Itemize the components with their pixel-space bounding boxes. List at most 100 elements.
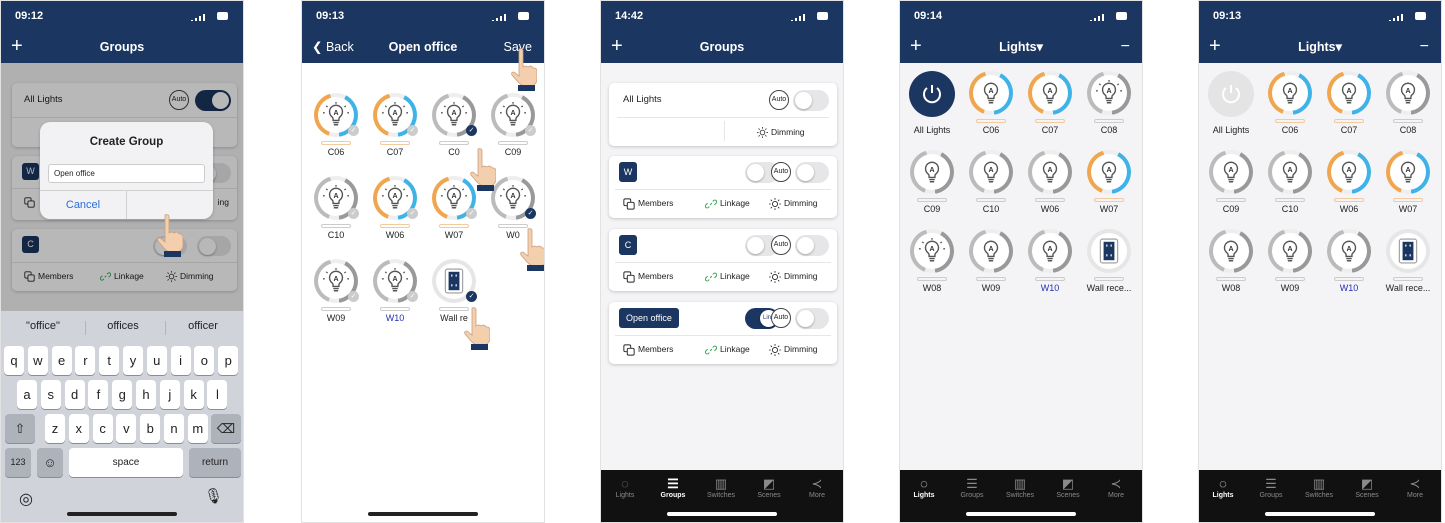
shift-key[interactable]: ⇧ (5, 414, 35, 443)
members-button[interactable]: Members (623, 189, 673, 217)
device-tile[interactable]: ✓ W09 (312, 259, 360, 324)
key[interactable]: u (146, 346, 167, 375)
tab-groups[interactable]: ☰ Groups (949, 476, 995, 499)
key[interactable]: w (27, 346, 48, 375)
tab-scenes[interactable]: ◩ Scenes (1045, 476, 1091, 499)
linkage-button[interactable]: Linkage (705, 335, 750, 363)
auto-toggle[interactable]: Auto (771, 162, 791, 182)
minus-button[interactable]: − (1420, 37, 1429, 57)
lights-dropdown[interactable]: Lights▾ (900, 37, 1142, 57)
key[interactable]: c (92, 414, 113, 443)
tab-scenes[interactable]: ◩ Scenes (746, 476, 792, 499)
device-tile[interactable]: C08 (1085, 71, 1133, 136)
tab-more[interactable]: ≺ More (1392, 476, 1438, 499)
group-chip[interactable]: Open office (619, 308, 679, 328)
key[interactable]: l (207, 380, 228, 409)
device-tile[interactable]: W07 (1384, 150, 1432, 215)
microphone-icon[interactable]: 🎙 (204, 487, 223, 505)
key[interactable]: r (75, 346, 96, 375)
device-tile[interactable]: W10 (1325, 229, 1373, 294)
suggestion[interactable]: officer (163, 315, 243, 337)
device-tile[interactable]: ✓ C09 (489, 93, 537, 158)
key[interactable]: q (4, 346, 24, 375)
device-tile[interactable]: W08 (908, 229, 956, 294)
device-tile[interactable]: W06 (1325, 150, 1373, 215)
device-tile[interactable]: Wall rece... (1384, 229, 1432, 294)
device-tile[interactable]: C09 (1207, 150, 1255, 215)
linkage-button[interactable]: Linkage (705, 262, 750, 290)
key[interactable]: i (170, 346, 191, 375)
tab-switches[interactable]: ▥ Switches (997, 476, 1043, 499)
device-tile[interactable]: C06 (967, 71, 1015, 136)
key[interactable]: o (194, 346, 215, 375)
device-tile[interactable]: W06 (1026, 150, 1074, 215)
device-tile[interactable]: ✓ C06 (312, 93, 360, 158)
globe-icon[interactable]: ◎ (19, 489, 33, 509)
members-button[interactable]: Members (623, 335, 673, 363)
key[interactable]: m (187, 414, 208, 443)
key[interactable]: g (112, 380, 133, 409)
key[interactable]: t (99, 346, 120, 375)
device-tile[interactable]: ✓ W06 (371, 176, 419, 241)
group-chip[interactable]: C (619, 235, 637, 255)
key[interactable]: n (164, 414, 184, 443)
auto-toggle[interactable]: Auto (769, 90, 789, 110)
numbers-key[interactable]: 123 (5, 448, 31, 477)
device-tile[interactable]: C07 (1325, 71, 1373, 136)
space-key[interactable]: space (69, 448, 183, 477)
tab-lights[interactable]: ◌ Lights (602, 476, 648, 499)
tab-more[interactable]: ≺ More (1093, 476, 1139, 499)
tab-groups[interactable]: ☰ Groups (1248, 476, 1294, 499)
key[interactable]: z (45, 414, 65, 443)
device-tile[interactable]: C10 (1266, 150, 1314, 215)
cancel-button[interactable]: Cancel (40, 191, 126, 219)
device-tile[interactable]: W10 (1026, 229, 1074, 294)
all-lights-power-button[interactable]: All Lights (1207, 71, 1255, 136)
dimming-button[interactable]: Dimming (769, 189, 818, 217)
key[interactable]: v (116, 414, 137, 443)
tab-switches[interactable]: ▥ Switches (1296, 476, 1342, 499)
lights-dropdown[interactable]: Lights▾ (1199, 37, 1441, 57)
device-tile[interactable]: W09 (967, 229, 1015, 294)
tab-lights[interactable]: ◌ Lights (901, 476, 947, 499)
key[interactable]: s (40, 380, 61, 409)
delete-key[interactable]: ⌫ (211, 414, 241, 443)
group-switch[interactable] (795, 235, 829, 256)
suggestion[interactable]: "office" (3, 315, 83, 337)
auto-toggle[interactable]: Auto (771, 235, 791, 255)
device-tile[interactable]: C08 (1384, 71, 1432, 136)
dimming-button[interactable]: Dimming (769, 262, 818, 290)
members-button[interactable]: Members (623, 262, 673, 290)
device-tile[interactable]: ✓ W10 (371, 259, 419, 324)
key[interactable]: k (183, 380, 204, 409)
auto-toggle[interactable]: Auto (771, 308, 791, 328)
tab-groups[interactable]: ☰ Groups (650, 476, 696, 499)
key[interactable]: b (140, 414, 161, 443)
tab-switches[interactable]: ▥ Switches (698, 476, 744, 499)
all-lights-power-button[interactable]: All Lights (908, 71, 956, 136)
key[interactable]: d (64, 380, 85, 409)
device-tile[interactable]: W08 (1207, 229, 1255, 294)
device-tile[interactable]: W07 (1085, 150, 1133, 215)
device-tile[interactable]: ✓ C07 (371, 93, 419, 158)
tab-scenes[interactable]: ◩ Scenes (1344, 476, 1390, 499)
group-switch[interactable] (795, 308, 829, 329)
device-tile[interactable]: C06 (1266, 71, 1314, 136)
all-lights-switch[interactable] (793, 90, 829, 111)
group-chip[interactable]: W (619, 162, 637, 182)
device-tile[interactable]: ✓ C10 (312, 176, 360, 241)
dimming-button[interactable]: Dimming (757, 118, 805, 146)
emoji-key[interactable]: ☺ (37, 448, 63, 477)
suggestion[interactable]: offices (83, 315, 163, 337)
device-tile[interactable]: W09 (1266, 229, 1314, 294)
device-tile[interactable]: C09 (908, 150, 956, 215)
key[interactable]: p (218, 346, 239, 375)
key[interactable]: a (17, 380, 37, 409)
key[interactable]: y (123, 346, 143, 375)
device-tile[interactable]: Wall rece... (1085, 229, 1133, 294)
key[interactable]: e (51, 346, 72, 375)
linkage-button[interactable]: Linkage (705, 189, 750, 217)
key[interactable]: f (88, 380, 109, 409)
device-tile[interactable]: C07 (1026, 71, 1074, 136)
key[interactable]: x (68, 414, 89, 443)
